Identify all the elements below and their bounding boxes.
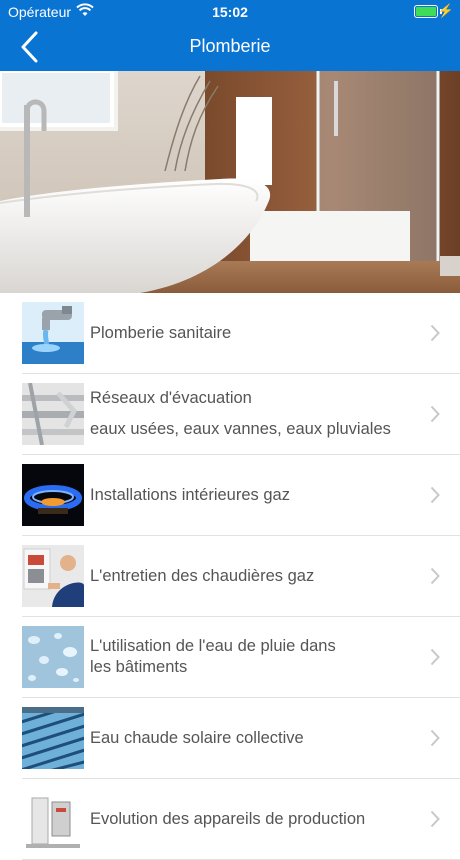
page-title: Plomberie [189, 36, 271, 56]
list-item[interactable]: Installations intérieures gaz [22, 455, 460, 536]
water-heater-icon [22, 788, 84, 850]
chevron-right-icon [430, 729, 440, 747]
item-label: Installations intérieures gaz [90, 485, 290, 504]
item-sublabel: eaux usées, eaux vannes, eaux pluviales [90, 420, 391, 438]
item-label: L'utilisation de l'eau de pluie dans [90, 637, 336, 655]
pipes-icon [22, 383, 84, 445]
list-item[interactable]: L'utilisation de l'eau de pluie dans les… [22, 617, 460, 698]
hero-bathroom-image [0, 71, 460, 293]
chevron-right-icon [430, 486, 440, 504]
list-item[interactable]: Eau chaude solaire collective [22, 698, 460, 779]
item-label-line2: les bâtiments [90, 658, 188, 676]
chevron-right-icon [430, 405, 440, 423]
item-label: L'entretien des chaudières gaz [90, 566, 315, 585]
battery-icon [414, 5, 442, 18]
list-item[interactable]: Evolution des appareils de production [22, 779, 460, 860]
chevron-right-icon [430, 324, 440, 342]
water-drops-icon [22, 626, 84, 688]
gas-flame-icon [22, 464, 84, 526]
item-label: Evolution des appareils de production [90, 809, 366, 828]
chevron-right-icon [430, 810, 440, 828]
list-item[interactable]: L'entretien des chaudières gaz [22, 536, 460, 617]
list-item[interactable]: Plomberie sanitaire [22, 293, 460, 374]
list-item[interactable]: Réseaux d'évacuation eaux usées, eaux va… [22, 374, 460, 455]
clock: 15:02 [212, 4, 248, 20]
chevron-right-icon [430, 567, 440, 585]
chevron-right-icon [430, 648, 440, 666]
item-label: Réseaux d'évacuation [90, 389, 252, 407]
solar-panel-icon [22, 707, 84, 769]
item-label: Eau chaude solaire collective [90, 728, 304, 747]
item-label: Plomberie sanitaire [90, 323, 232, 342]
status-bar: Opérateur 15:02 ⚡ [0, 0, 460, 24]
faucet-water-icon [22, 302, 84, 364]
nav-bar: Opérateur 15:02 ⚡ Plomberie [0, 0, 460, 71]
technician-boiler-icon [22, 545, 84, 607]
topic-list: Plomberie sanitaire Réseaux d'évacuation… [0, 293, 460, 860]
charging-icon: ⚡ [437, 3, 454, 18]
